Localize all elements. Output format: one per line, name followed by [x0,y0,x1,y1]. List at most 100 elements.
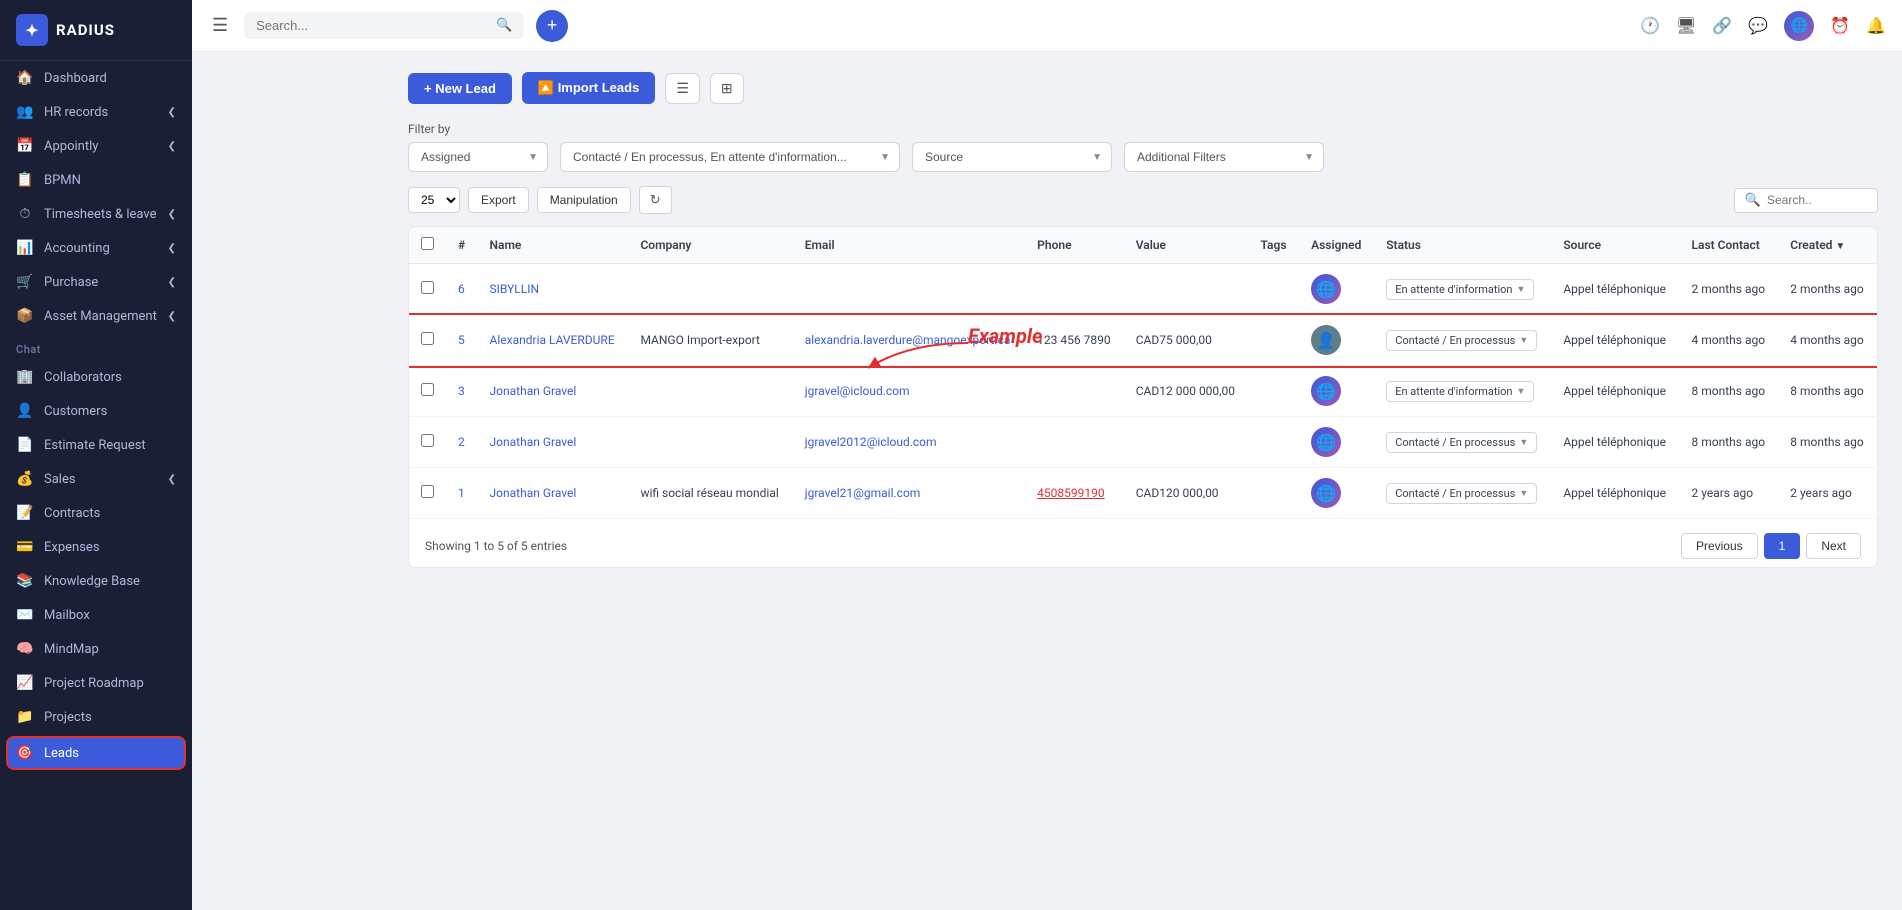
sidebar-item-projects[interactable]: 📁 Projects [0,700,192,734]
manipulation-button[interactable]: Manipulation [537,187,631,213]
table-row: 3 Jonathan Gravel jgravel@icloud.com CAD… [409,366,1877,417]
sidebar-item-estimate-request[interactable]: 📄 Estimate Request [0,428,192,462]
row-phone[interactable] [1025,417,1124,468]
source-filter[interactable]: Source [912,142,1112,172]
sidebar-item-customers[interactable]: 👤 Customers [0,394,192,428]
col-name: Name [478,227,629,264]
new-lead-button[interactable]: + New Lead [408,73,512,104]
row-checkbox[interactable] [409,468,446,519]
sidebar-item-sales[interactable]: 💰 Sales ❮ [0,462,192,496]
menu-toggle-icon[interactable]: ☰ [208,11,232,40]
mindmap-icon: 🧠 [16,641,34,657]
row-name[interactable]: SIBYLLIN [478,264,629,315]
sidebar-item-hr-records[interactable]: 👥 HR records ❮ [0,95,192,129]
row-checkbox[interactable] [409,264,446,315]
assigned-filter[interactable]: Assigned [408,142,548,172]
select-all-checkbox[interactable] [421,237,434,250]
sidebar-item-accounting[interactable]: 📊 Accounting ❮ [0,231,192,265]
import-leads-button[interactable]: 🔼 Import Leads [522,72,655,104]
row-created: 4 months ago [1778,315,1877,366]
row-status[interactable]: En attente d'information ▼ [1374,264,1551,315]
sidebar-item-dashboard[interactable]: 🏠 Dashboard [0,61,192,95]
row-phone[interactable] [1025,366,1124,417]
accounting-icon: 📊 [16,240,34,256]
sidebar-item-label: Purchase [44,275,98,290]
sidebar-item-expenses[interactable]: 💳 Expenses [0,530,192,564]
chevron-down-icon: ▼ [1519,488,1528,499]
row-checkbox[interactable] [409,315,446,366]
row-name[interactable]: Jonathan Gravel [478,417,629,468]
pagination-controls: Previous 1 Next [1681,533,1861,559]
clock-icon[interactable]: ⏰ [1830,16,1850,35]
export-button[interactable]: Export [468,187,529,213]
row-email[interactable] [793,264,1025,315]
page-1-button[interactable]: 1 [1764,533,1801,559]
sidebar-item-mindmap[interactable]: 🧠 MindMap [0,632,192,666]
previous-button[interactable]: Previous [1681,533,1758,559]
row-name[interactable]: Alexandria LAVERDURE [478,315,629,366]
next-button[interactable]: Next [1806,533,1861,559]
row-email[interactable]: alexandria.laverdure@mangoexport.ca [793,315,1025,366]
list-view-button[interactable]: ☰ [665,73,700,104]
row-source: Appel téléphonique [1551,366,1679,417]
row-checkbox[interactable] [409,366,446,417]
sidebar-item-timesheets[interactable]: ⏱ Timesheets & leave ❮ [0,197,192,231]
table-row: 1 Jonathan Gravel wifi social réseau mon… [409,468,1877,519]
row-email[interactable]: jgravel2012@icloud.com [793,417,1025,468]
pagination-bar: Showing 1 to 5 of 5 entries Previous 1 N… [409,519,1877,567]
row-checkbox[interactable] [409,417,446,468]
collaborators-icon: 🏢 [16,369,34,385]
table-controls: 25 Export Manipulation ↻ 🔍 [408,186,1878,214]
row-phone[interactable]: 123 456 7890 [1025,315,1124,366]
sidebar-item-asset-management[interactable]: 📦 Asset Management ❮ [0,299,192,333]
row-status[interactable]: Contacté / En processus ▼ [1374,417,1551,468]
screen-icon[interactable]: 🖥 [1676,16,1696,35]
table-row: 6 SIBYLLIN 🌐 En attente d'information ▼ … [409,264,1877,315]
row-assigned: 🌐 [1299,468,1374,519]
assigned-filter-wrapper: Assigned ▼ [408,142,548,172]
row-phone[interactable] [1025,264,1124,315]
history-icon[interactable]: 🕐 [1640,16,1660,35]
table-search-wrapper[interactable]: 🔍 [1734,188,1878,213]
table-row: 2 Jonathan Gravel jgravel2012@icloud.com… [409,417,1877,468]
search-bar[interactable]: 🔍 [244,12,524,39]
row-assigned: 🌐 [1299,417,1374,468]
sidebar-item-collaborators[interactable]: 🏢 Collaborators [0,360,192,394]
row-id: 5 [446,315,478,366]
sidebar-item-mailbox[interactable]: ✉️ Mailbox [0,598,192,632]
sidebar-item-label: Expenses [44,540,100,555]
sidebar-item-purchase[interactable]: 🛒 Purchase ❮ [0,265,192,299]
sidebar-item-leads[interactable]: 🎯 Leads [6,736,186,770]
row-status[interactable]: Contacté / En processus ▼ [1374,315,1551,366]
phone-link[interactable]: 4508599190 [1037,486,1104,500]
row-status[interactable]: En attente d'information ▼ [1374,366,1551,417]
row-source: Appel téléphonique [1551,417,1679,468]
sidebar-item-appointly[interactable]: 📅 Appointly ❮ [0,129,192,163]
estimate-icon: 📄 [16,437,34,453]
share-icon[interactable]: 🔗 [1712,16,1732,35]
row-email[interactable]: jgravel@icloud.com [793,366,1025,417]
sidebar-item-contracts[interactable]: 📝 Contracts [0,496,192,530]
sidebar-item-knowledge-base[interactable]: 📚 Knowledge Base [0,564,192,598]
row-name[interactable]: Jonathan Gravel [478,366,629,417]
refresh-button[interactable]: ↻ [639,186,672,214]
additional-filter[interactable]: Additional Filters [1124,142,1324,172]
sidebar-item-project-roadmap[interactable]: 📈 Project Roadmap [0,666,192,700]
search-input[interactable] [256,18,488,33]
chat-icon[interactable]: 💬 [1748,16,1768,35]
avatar[interactable]: 🌐 [1784,11,1814,41]
row-name[interactable]: Jonathan Gravel [478,468,629,519]
main-content: + New Lead 🔼 Import Leads ☰ ⊞ Filter by … [384,52,1902,910]
per-page-select[interactable]: 25 [408,187,460,213]
grid-view-button[interactable]: ⊞ [710,73,744,104]
row-source: Appel téléphonique [1551,468,1679,519]
table-search-input[interactable] [1767,193,1867,207]
add-button[interactable]: + [536,10,568,42]
status-filter[interactable]: Contacté / En processus, En attente d'in… [560,142,900,172]
sidebar-item-bpmn[interactable]: 📋 BPMN [0,163,192,197]
bell-icon[interactable]: 🔔 [1866,16,1886,35]
row-status[interactable]: Contacté / En processus ▼ [1374,468,1551,519]
row-id: 2 [446,417,478,468]
row-phone[interactable]: 4508599190 [1025,468,1124,519]
row-email[interactable]: jgravel21@gmail.com [793,468,1025,519]
